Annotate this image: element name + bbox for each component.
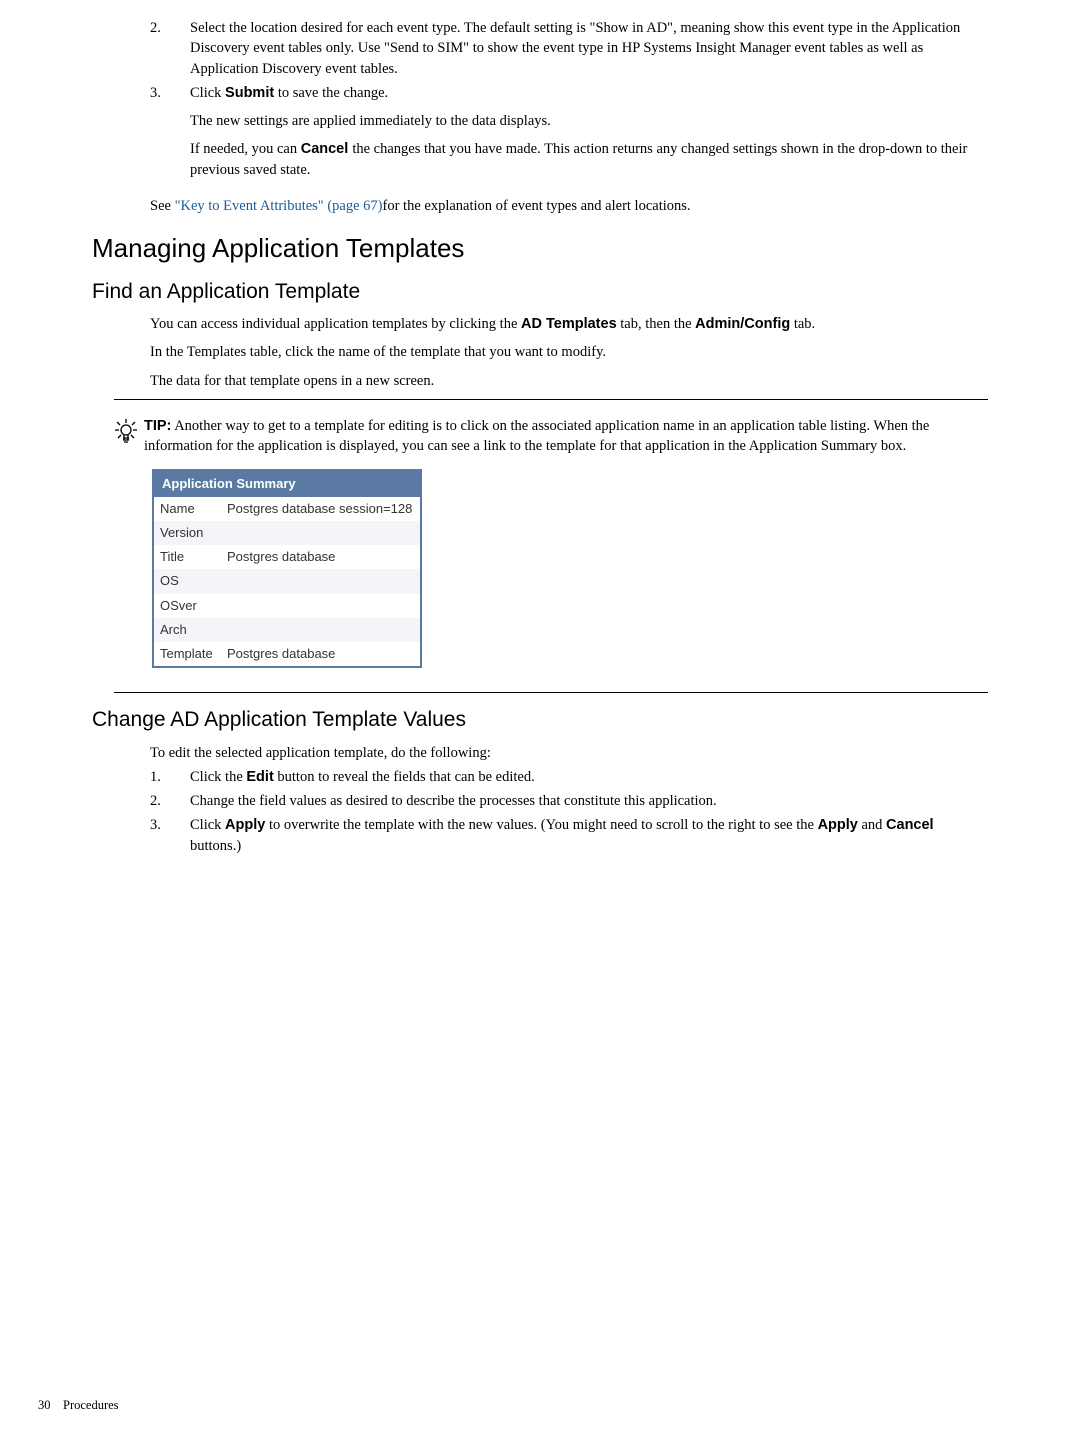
row-value: Postgres database — [221, 545, 421, 569]
step-body: Click Apply to overwrite the template wi… — [190, 815, 988, 856]
table-row: TemplatePostgres database — [153, 642, 421, 667]
row-label: Version — [153, 521, 221, 545]
paragraph: In the Templates table, click the name o… — [150, 342, 988, 362]
text: tab, then the — [617, 316, 696, 332]
list-item: 2. Change the field values as desired to… — [150, 791, 988, 811]
text: to overwrite the template with the new v… — [265, 817, 817, 833]
text: You can access individual application te… — [150, 316, 521, 332]
text: Click — [190, 85, 225, 101]
table-row: TitlePostgres database — [153, 545, 421, 569]
row-value — [221, 618, 421, 642]
page-number: 30 — [38, 1398, 51, 1412]
bold-text: Cancel — [886, 817, 934, 833]
row-label: OSver — [153, 594, 221, 618]
step-number: 3. — [150, 815, 190, 856]
text: to save the change. — [274, 85, 388, 101]
list-item-3: 3. Click Submit to save the change. The … — [150, 83, 988, 184]
step-number: 2. — [150, 791, 190, 811]
bold-text: Submit — [225, 85, 274, 101]
table-row: OSver — [153, 594, 421, 618]
step-number: 1. — [150, 767, 190, 787]
heading-managing-templates: Managing Application Templates — [92, 230, 988, 266]
step-number: 3. — [150, 83, 190, 184]
list-item: 1. Click the Edit button to reveal the f… — [150, 767, 988, 787]
row-link[interactable]: Postgres database — [221, 642, 421, 667]
find-body: You can access individual application te… — [150, 314, 988, 391]
list-item-2: 2. Select the location desired for each … — [150, 18, 988, 79]
see-reference: See "Key to Event Attributes" (page 67)f… — [150, 196, 988, 216]
tip-block: TIP: Another way to get to a template fo… — [114, 416, 988, 457]
table-row: NamePostgres database session=128 — [153, 497, 421, 521]
bold-text: Cancel — [301, 141, 353, 157]
text: See — [150, 198, 175, 214]
bold-text: Apply — [225, 817, 265, 833]
tip-label: TIP: — [144, 418, 171, 434]
change-intro: To edit the selected application templat… — [150, 743, 988, 763]
text: buttons.) — [190, 838, 241, 854]
row-label: Template — [153, 642, 221, 667]
link-text[interactable]: "Key to Event Attributes" (page 67) — [175, 198, 383, 214]
row-value — [221, 521, 421, 545]
row-label: OS — [153, 569, 221, 593]
row-value — [221, 594, 421, 618]
bold-text: AD Templates — [521, 316, 617, 332]
row-value — [221, 569, 421, 593]
text: and — [858, 817, 886, 833]
sub-paragraph: The new settings are applied immediately… — [190, 111, 988, 131]
table-header: Application Summary — [153, 470, 421, 497]
lightbulb-icon — [114, 418, 144, 452]
row-label: Title — [153, 545, 221, 569]
list-item: 3. Click Apply to overwrite the template… — [150, 815, 988, 856]
text: Another way to get to a template for edi… — [144, 418, 929, 454]
step-body: Click the Edit button to reveal the fiel… — [190, 767, 988, 787]
application-summary-table: Application Summary NamePostgres databas… — [152, 469, 422, 669]
step-body: Click Submit to save the change. The new… — [190, 83, 988, 184]
paragraph: The data for that template opens in a ne… — [150, 371, 988, 391]
bold-text: Edit — [246, 769, 273, 785]
text: If needed, you can — [190, 141, 301, 157]
text: for the explanation of event types and a… — [383, 198, 691, 214]
bold-text: Apply — [818, 817, 858, 833]
table-row: OS — [153, 569, 421, 593]
step-body: Select the location desired for each eve… — [190, 18, 988, 79]
row-label: Name — [153, 497, 221, 521]
text: tab. — [790, 316, 815, 332]
text: Click the — [190, 769, 246, 785]
heading-change-template: Change AD Application Template Values — [92, 705, 988, 734]
text: button to reveal the fields that can be … — [274, 769, 535, 785]
divider — [114, 692, 988, 693]
sub-paragraph: If needed, you can Cancel the changes th… — [190, 139, 988, 180]
step-body: Change the field values as desired to de… — [190, 791, 988, 811]
table-row: Arch — [153, 618, 421, 642]
divider — [114, 399, 988, 400]
page-footer: 30 Procedures — [38, 1397, 119, 1415]
tip-text: TIP: Another way to get to a template fo… — [144, 416, 988, 457]
row-label: Arch — [153, 618, 221, 642]
table-row: Version — [153, 521, 421, 545]
heading-find-template: Find an Application Template — [92, 277, 988, 306]
row-value: Postgres database session=128 — [221, 497, 421, 521]
footer-label: Procedures — [63, 1398, 119, 1412]
step-number: 2. — [150, 18, 190, 79]
text: Click — [190, 817, 225, 833]
bold-text: Admin/Config — [695, 316, 790, 332]
